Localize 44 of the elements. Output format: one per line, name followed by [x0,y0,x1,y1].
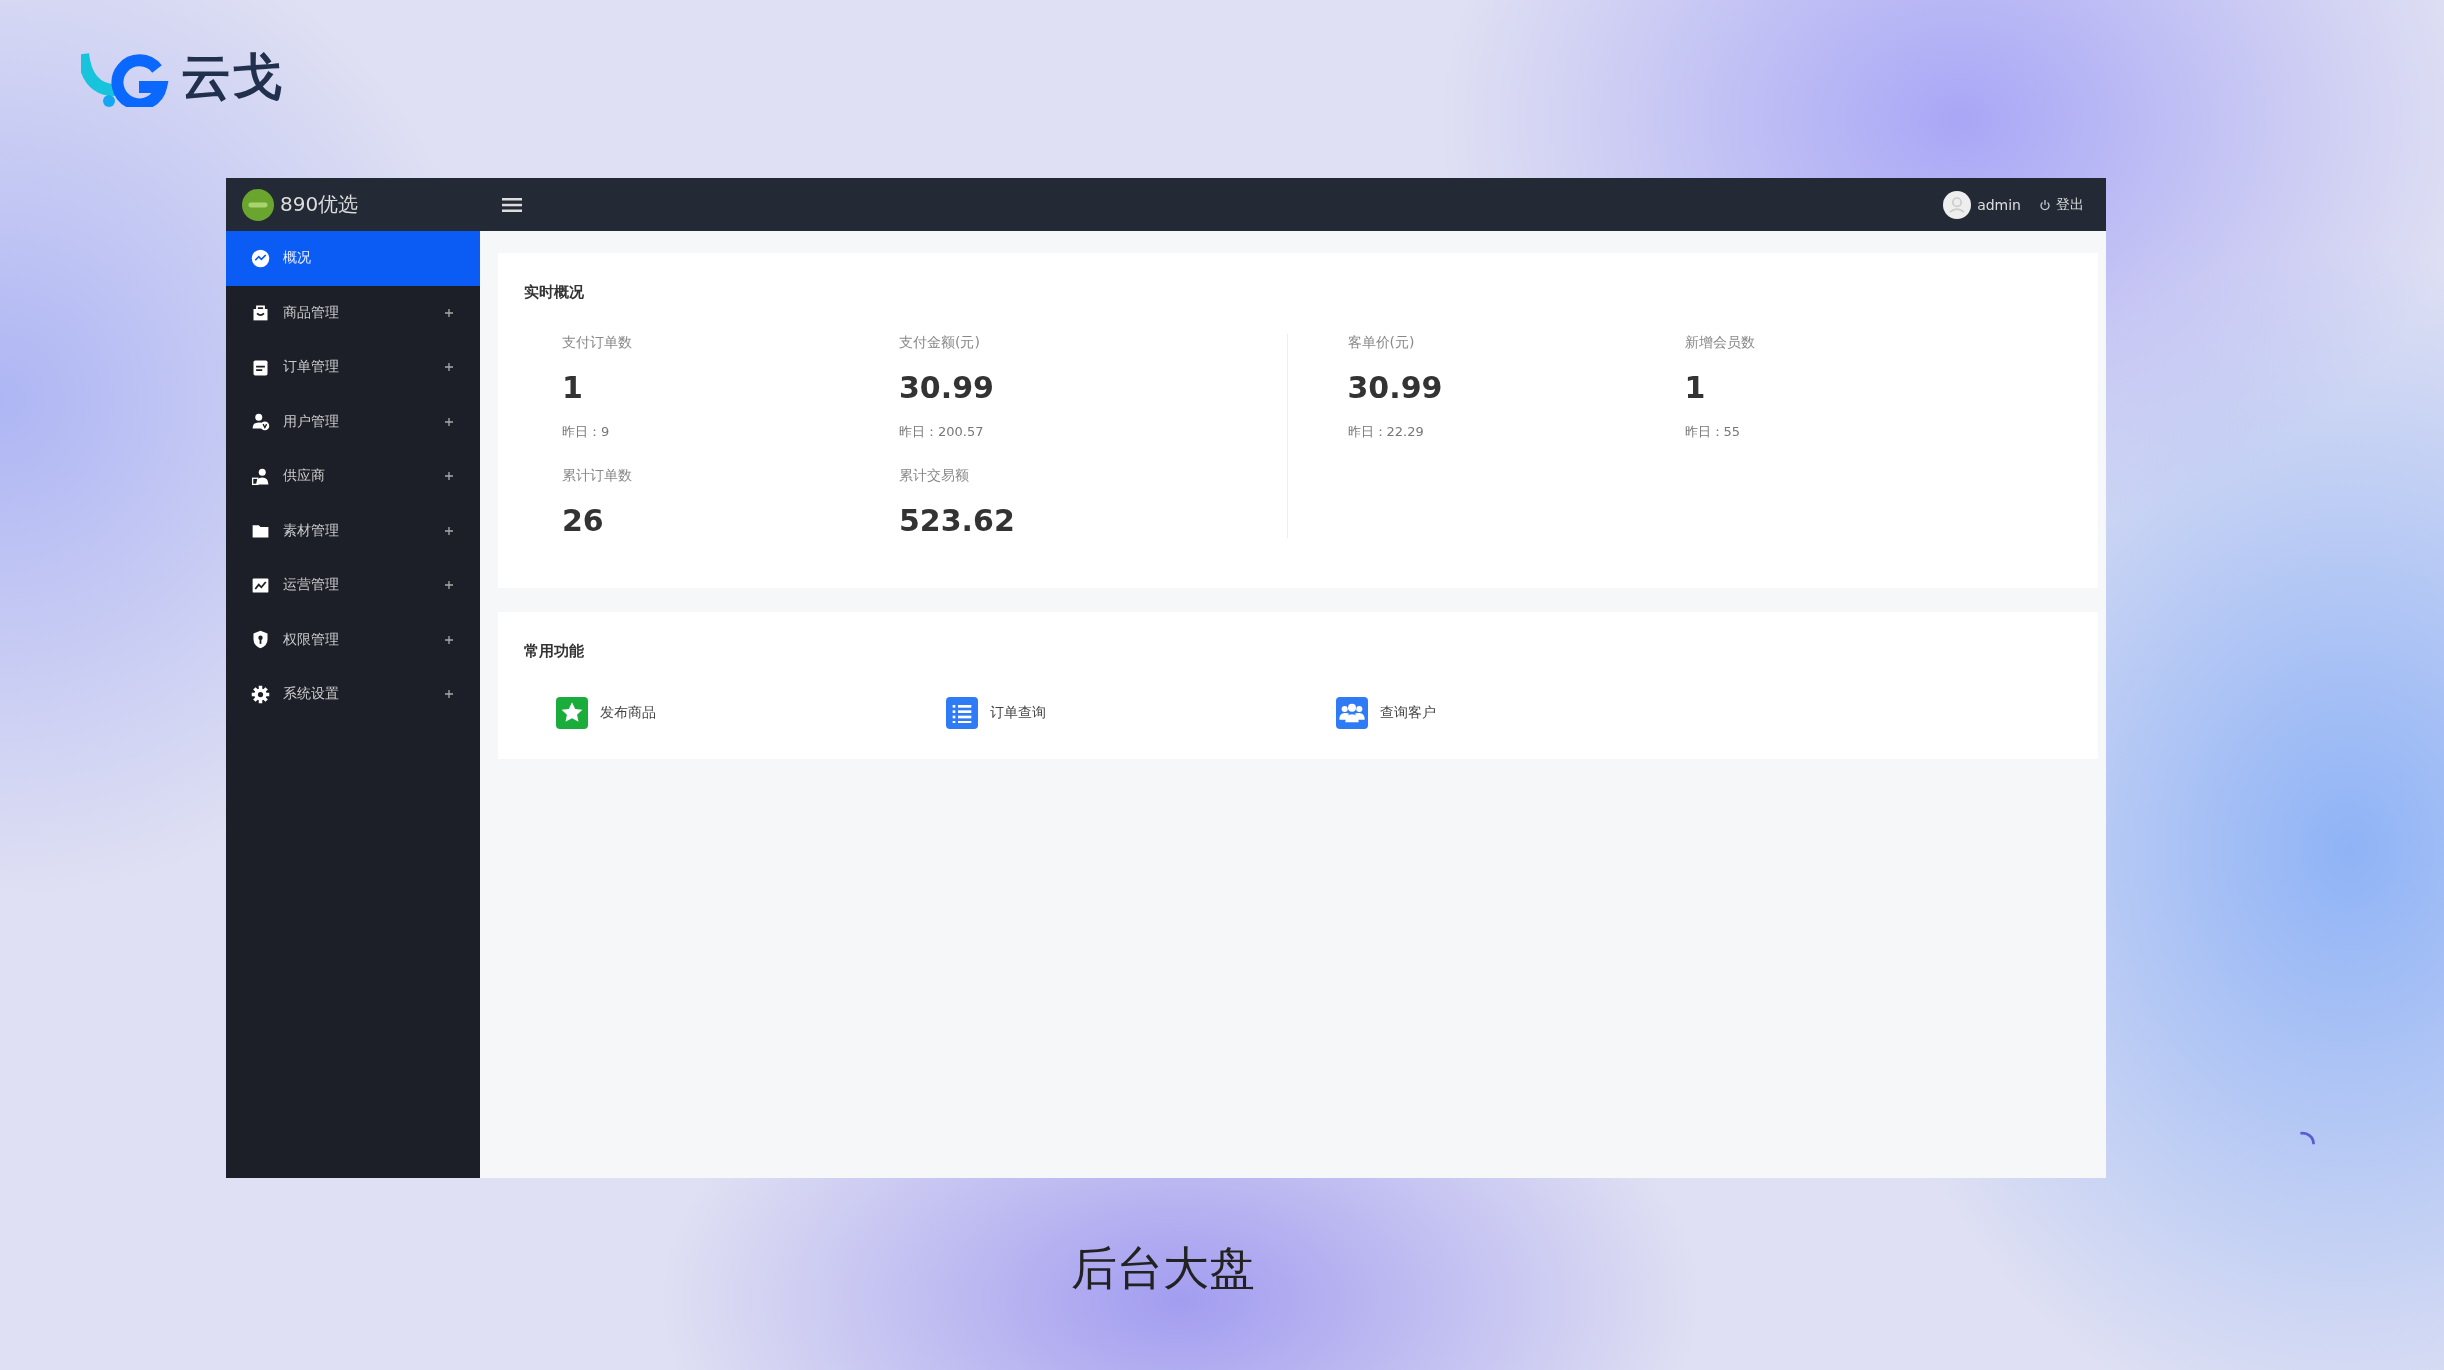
sidebar-item[interactable]: 订单管理 [226,340,480,395]
section-title: 常用功能 [524,642,585,661]
stat-label: 支付订单数 [562,334,633,352]
sidebar-item[interactable]: 系统设置 [226,667,480,722]
stat-value: 523.62 [899,503,1016,538]
stat-value: 26 [562,503,605,538]
stat-label: 新增会员数 [1684,334,1756,352]
trend-icon [250,247,271,269]
power-icon [2039,198,2051,211]
user-name: admin [1977,196,2021,213]
stat-value: 30.99 [899,370,995,405]
sidebar-item[interactable]: 商品管理 [226,285,480,340]
stat-label: 累计交易额 [899,467,970,485]
brand-name: 云戈 [181,47,285,108]
stat-label: 支付金额(元) [899,334,981,352]
shortcut-link[interactable]: 查询客户 [1380,704,1436,722]
list-icon[interactable] [946,697,978,729]
sidebar-item[interactable]: 用户管理 [226,394,480,449]
sidebar-item[interactable]: 供应商 [226,449,480,504]
yesterday-value: 昨日：9 [562,423,611,441]
app-logo-icon [242,188,274,221]
yesterday-value: 昨日：22.29 [1347,423,1425,441]
yesterday-value: 昨日：200.57 [899,423,985,441]
gear-icon [250,683,271,705]
sidebar-item[interactable]: 概况 [226,231,480,286]
shortcut-link[interactable]: 订单查询 [990,704,1046,722]
stat-label: 客单价(元) [1347,334,1416,352]
sidebar-item[interactable]: 运营管理 [226,558,480,613]
logout-button[interactable]: 登出 [2037,193,2086,216]
shortcut-link[interactable]: 发布商品 [600,704,656,722]
stat-value: 1 [1684,370,1707,405]
group-icon[interactable] [1336,697,1368,729]
stat-value: 1 [562,370,584,405]
sidebar-item[interactable]: 权限管理 [226,612,480,667]
user-icon [250,411,271,433]
sidebar-item[interactable]: 素材管理 [226,503,480,558]
menu-icon[interactable] [502,196,522,213]
avatar-icon [1943,190,1972,219]
caption: 后台大盘 [1070,1240,1256,1297]
stat-label: 累计订单数 [562,467,633,485]
yesterday-value: 昨日：55 [1684,423,1742,441]
app-name: 890优选 [280,191,359,218]
stat-value: 30.99 [1347,370,1444,405]
section-title: 实时概况 [524,283,585,302]
